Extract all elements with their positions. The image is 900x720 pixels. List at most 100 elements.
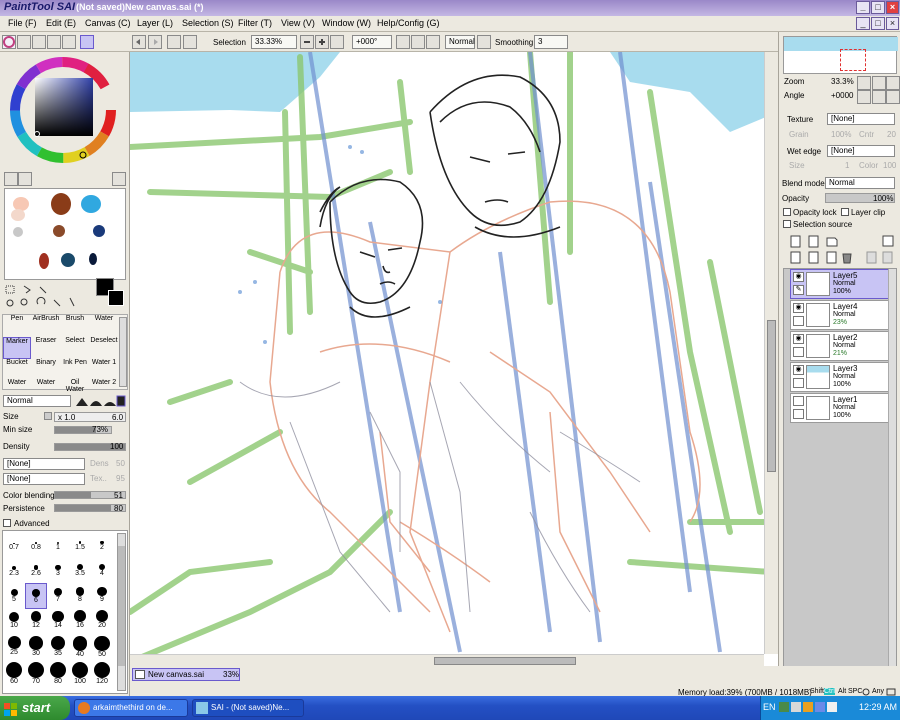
texture-dropdown[interactable]: [None] xyxy=(827,113,895,125)
brush-size-cell[interactable]: 2.3 xyxy=(3,557,25,583)
tool-select[interactable]: Select xyxy=(61,337,89,359)
tool-eraser[interactable]: Eraser xyxy=(32,337,60,359)
horizontal-scrollbar[interactable] xyxy=(130,654,764,666)
brush-size-cell[interactable]: 8 xyxy=(69,583,91,609)
zoom-in-icon[interactable] xyxy=(315,35,329,49)
layer-row[interactable]: Layer1 Normal 100% xyxy=(790,393,890,423)
doc-minimize-button[interactable]: _ xyxy=(856,17,870,30)
tool-bucket[interactable]: Bucket xyxy=(3,359,31,381)
brush-size-cell[interactable]: 9 xyxy=(91,583,113,609)
brush-size-cell[interactable]: 35 xyxy=(47,635,69,661)
menu-view[interactable]: View (V) xyxy=(281,18,315,28)
stabilizer-icon[interactable] xyxy=(477,35,491,49)
brush-size-cell[interactable]: 3.5 xyxy=(69,557,91,583)
zoom-out-icon[interactable] xyxy=(300,35,314,49)
brush-size-cell[interactable]: 2.6 xyxy=(25,557,47,583)
hsv-slider-icon[interactable] xyxy=(32,35,46,49)
size-mult-icon[interactable] xyxy=(44,412,52,420)
color-bar-icon[interactable] xyxy=(47,35,61,49)
brush-size-scrollbar[interactable] xyxy=(117,533,126,691)
close-button[interactable]: × xyxy=(886,1,899,14)
lock-icon[interactable] xyxy=(793,347,804,357)
horizontal-scroll-thumb[interactable] xyxy=(434,657,576,665)
tool-water-a[interactable]: Water xyxy=(3,379,31,389)
brush-size-cell[interactable]: 6 xyxy=(25,583,47,609)
layer-clip-checkbox[interactable] xyxy=(841,208,849,216)
brush-size-cell[interactable]: 5 xyxy=(3,583,25,609)
brush-size-cell[interactable]: 7 xyxy=(47,583,69,609)
swatch-undo-icon[interactable] xyxy=(4,172,18,186)
brush-size-cell[interactable]: 120 xyxy=(91,661,113,687)
brush-edge-selector[interactable] xyxy=(74,395,126,407)
tray-icon-4[interactable] xyxy=(815,702,825,712)
brush-size-cell[interactable]: 60 xyxy=(3,661,25,687)
tool-oil-water[interactable]: Oil Water xyxy=(61,379,89,393)
color-swatch[interactable] xyxy=(53,225,65,237)
brush-size-cell[interactable]: 30 xyxy=(25,635,47,661)
layer-list-scrollbar[interactable] xyxy=(888,269,896,695)
scratchpad-icon[interactable] xyxy=(80,35,94,49)
menu-selection[interactable]: Selection (S) xyxy=(182,18,234,28)
brush-size-cell[interactable]: 50 xyxy=(91,635,113,661)
minimize-button[interactable]: _ xyxy=(856,1,870,14)
rotate-reset-nav-icon[interactable] xyxy=(886,90,900,104)
color-swatch[interactable] xyxy=(93,225,105,237)
pen-icon[interactable]: ✎ xyxy=(793,285,804,295)
start-button[interactable]: start xyxy=(0,696,70,720)
brush-size-cell[interactable]: 14 xyxy=(47,609,69,635)
brush-size-cell[interactable]: 100 xyxy=(69,661,91,687)
language-indicator[interactable]: EN xyxy=(763,702,776,712)
nav-zoom-in-icon[interactable] xyxy=(872,76,886,90)
advanced-checkbox[interactable] xyxy=(3,519,11,527)
eye-icon[interactable]: ◉ xyxy=(793,272,804,282)
tray-icon-3[interactable] xyxy=(803,702,813,712)
eye-icon[interactable]: ◉ xyxy=(793,334,804,344)
color-wheel-icon[interactable] xyxy=(2,35,16,49)
brush-size-cell[interactable]: 40 xyxy=(69,635,91,661)
tool-airbrush[interactable]: AirBrush xyxy=(32,315,60,337)
eye-icon[interactable]: ◉ xyxy=(793,365,804,375)
zoom-field[interactable]: 33.33% xyxy=(251,35,297,49)
brush-size-cell[interactable]: 1 xyxy=(47,531,69,557)
brush-size-cell[interactable]: 0.8 xyxy=(25,531,47,557)
eye-icon[interactable]: ◉ xyxy=(793,303,804,313)
blend-mode-dropdown[interactable]: Normal xyxy=(445,35,475,49)
brush-size-cell[interactable]: 10 xyxy=(3,609,25,635)
rotate-right-icon[interactable] xyxy=(411,35,425,49)
nav-zoom-out-icon[interactable] xyxy=(857,76,871,90)
maximize-button[interactable]: □ xyxy=(871,1,885,14)
brush-size-cell[interactable]: 4 xyxy=(91,557,113,583)
menu-layer[interactable]: Layer (L) xyxy=(137,18,173,28)
brush-size-cell[interactable]: 12 xyxy=(25,609,47,635)
deselect-icon[interactable] xyxy=(167,35,181,49)
menu-edit[interactable]: Edit (E) xyxy=(46,18,76,28)
rgb-slider-icon[interactable] xyxy=(17,35,31,49)
volume-icon[interactable] xyxy=(827,702,837,712)
selection-source-checkbox[interactable] xyxy=(783,220,791,228)
tool-water-2[interactable]: Water 2 xyxy=(90,379,118,389)
menu-help[interactable]: Help/Config (G) xyxy=(377,18,440,28)
layer-row[interactable]: ◉ Layer3 Normal 100% xyxy=(790,362,890,392)
opacity-lock-checkbox[interactable] xyxy=(783,208,791,216)
color-swatch[interactable] xyxy=(51,193,71,215)
brush-size-cell[interactable]: 2 xyxy=(91,531,113,557)
canvas[interactable] xyxy=(130,52,778,666)
brush-mode-dropdown[interactable]: Normal xyxy=(3,395,71,407)
brush-size-cell[interactable]: 20 xyxy=(91,609,113,635)
secondary-color[interactable] xyxy=(108,290,124,306)
color-swatch[interactable] xyxy=(61,253,75,267)
tool-brush[interactable]: Brush xyxy=(61,315,89,337)
layer-blend-dropdown[interactable]: Normal xyxy=(825,177,895,189)
tool-pen[interactable]: Pen xyxy=(3,315,31,337)
doc-restore-button[interactable]: □ xyxy=(871,17,885,30)
tray-icon-2[interactable] xyxy=(791,702,801,712)
redo-icon[interactable] xyxy=(148,35,162,49)
scratchpad[interactable] xyxy=(4,188,126,280)
rotation-field[interactable]: +000° xyxy=(352,35,392,49)
taskbar-firefox[interactable]: arkaimthethird on de... xyxy=(74,699,188,717)
navigator-preview[interactable] xyxy=(783,36,898,74)
doc-close-button[interactable]: × xyxy=(886,17,899,30)
brush-size-cell[interactable]: 0.7 xyxy=(3,531,25,557)
undo-icon[interactable] xyxy=(132,35,146,49)
color-swatch[interactable] xyxy=(89,253,97,265)
